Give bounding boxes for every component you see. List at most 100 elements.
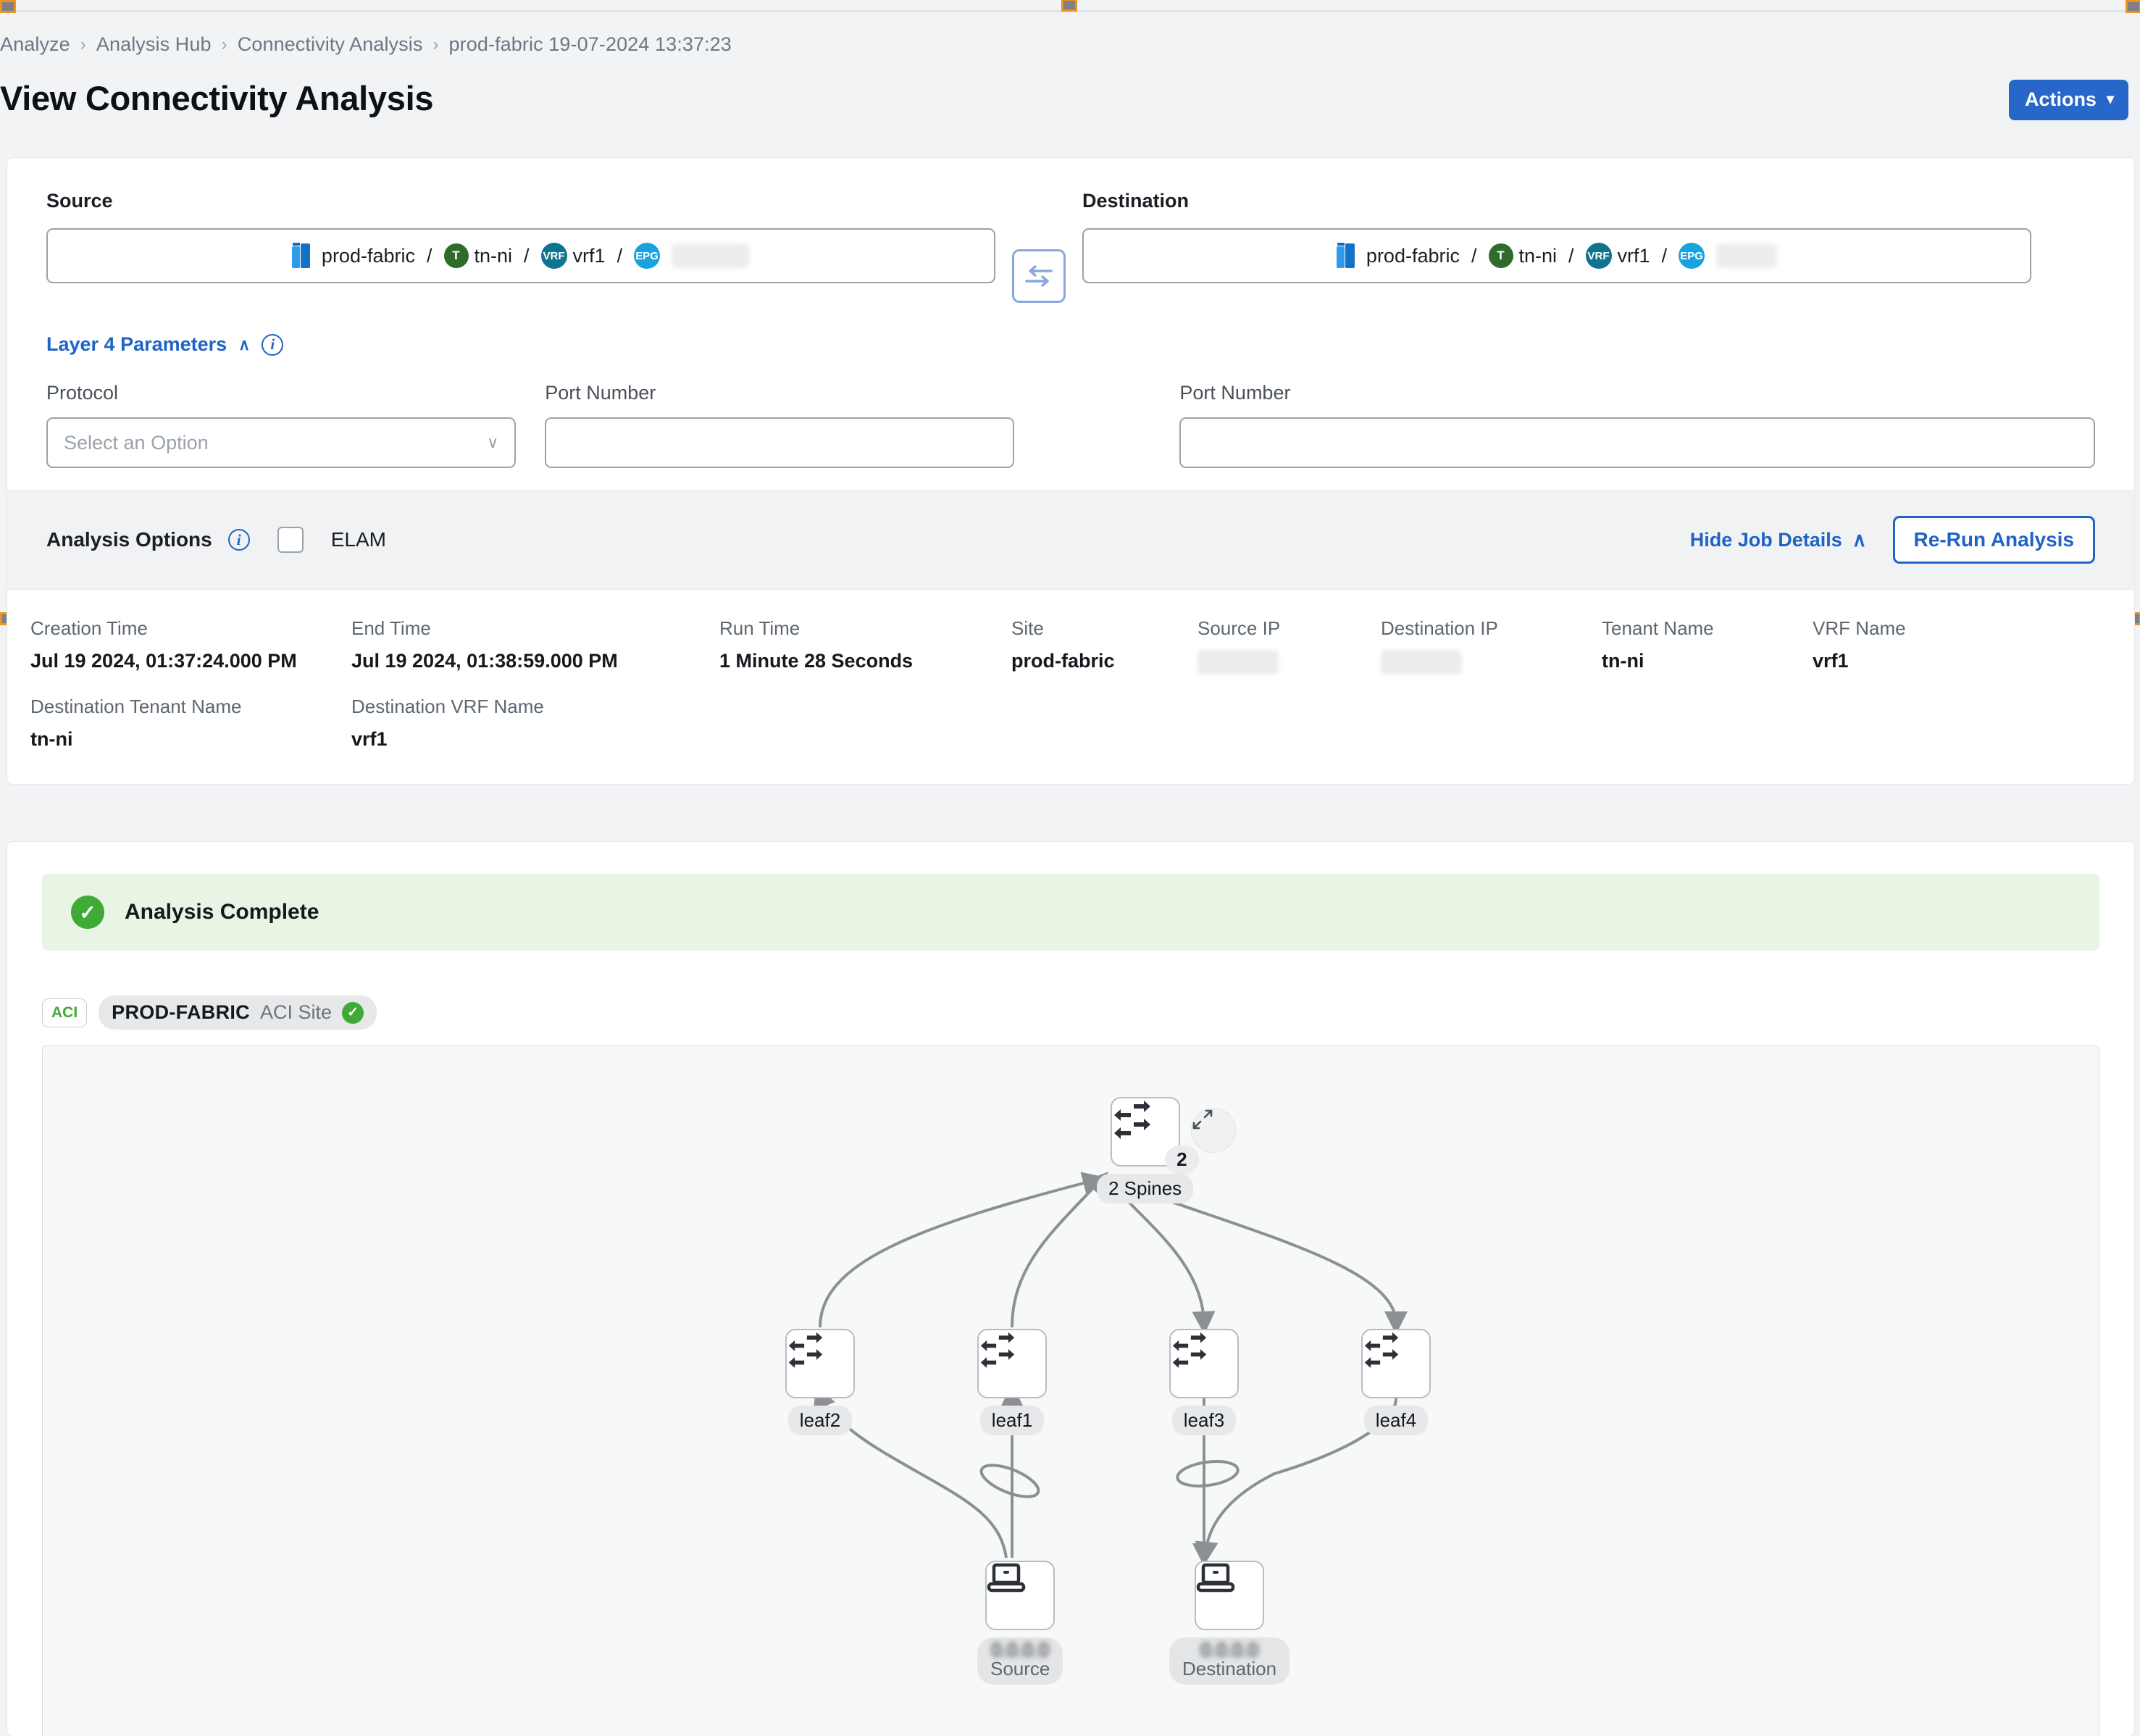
check-circle-icon: ✓	[342, 1001, 364, 1024]
job-detail-destination-ip: Destination IP	[1381, 617, 1602, 680]
layer4-parameters-toggle[interactable]: Layer 4 Parameters ∧ i	[46, 333, 284, 356]
job-detail-key: Source IP	[1198, 617, 1281, 639]
job-detail-value: tn-ni	[30, 728, 73, 750]
hide-job-details-toggle[interactable]: Hide Job Details ∧	[1690, 529, 1867, 551]
job-detail-key: End Time	[351, 617, 431, 639]
destination-endpoint-ip-redacted: 0.0.0.0	[1200, 1642, 1258, 1658]
protocol-placeholder: Select an Option	[64, 431, 209, 454]
source-label: Source	[46, 190, 113, 212]
fabric-icon	[291, 243, 311, 268]
topology-node-leaf2[interactable]: leaf2	[785, 1329, 855, 1435]
site-header: ACI PROD-FABRIC ACI Site ✓	[42, 996, 2099, 1030]
site-type: ACI Site	[259, 1001, 333, 1023]
rerun-analysis-button[interactable]: Re-Run Analysis	[1892, 516, 2095, 564]
analysis-options-bar: Analysis Options i ELAM Hide Job Details…	[7, 490, 2134, 590]
site-pill[interactable]: PROD-FABRIC ACI Site ✓	[99, 996, 377, 1030]
destination-tenant-value: tn-ni	[1518, 244, 1558, 267]
job-detail-value	[1198, 650, 1381, 680]
source-fabric-value: prod-fabric	[321, 244, 415, 267]
swap-group	[995, 190, 1082, 303]
topology-node-leaf3[interactable]: leaf3	[1169, 1329, 1239, 1435]
endpoint-kind: Source	[990, 1658, 1050, 1679]
source-port-group: Port Number	[545, 382, 1015, 468]
source-port-input[interactable]	[545, 417, 1015, 468]
fabric-icon	[1336, 243, 1355, 268]
job-detail-destination-vrf-name: Destination VRF Name vrf1	[351, 696, 719, 751]
vrf-badge-icon: VRF	[1585, 243, 1612, 269]
breadcrumb: Analyze › Analysis Hub › Connectivity An…	[0, 33, 732, 56]
actions-button[interactable]: Actions ▾	[2008, 80, 2128, 120]
destination-port-label: Port Number	[1179, 382, 1291, 404]
protocol-select[interactable]: Select an Option ∨	[46, 417, 517, 468]
job-detail-key: Destination IP	[1381, 617, 1498, 639]
protocol-group: Protocol Select an Option ∨	[46, 382, 517, 468]
job-detail-vrf-name: VRF Name vrf1	[1813, 617, 1906, 680]
layer4-parameters-label: Layer 4 Parameters	[46, 333, 227, 355]
breadcrumb-separator-icon: ›	[432, 34, 439, 54]
source-endpoint-ip-redacted: 0.0.0.0	[991, 1642, 1049, 1658]
destination-label: Destination	[1082, 190, 1190, 212]
topology-edges	[813, 1172, 1408, 1566]
app-page: Analyze › Analysis Hub › Connectivity An…	[0, 0, 2140, 1736]
analysis-config-card: Source prod-fabric / T tn-ni / VRF vrf1 …	[7, 158, 2134, 784]
topology-node-label: leaf2	[787, 1406, 853, 1435]
endpoint-icon	[1195, 1561, 1265, 1630]
job-detail-tenant-name: Tenant Name tn-ni	[1602, 617, 1813, 680]
destination-epg-value-redacted	[1716, 243, 1778, 268]
results-card: ✓ Analysis Complete ACI PROD-FABRIC ACI …	[7, 842, 2134, 1736]
job-detail-value: prod-fabric	[1011, 650, 1115, 672]
endpoint-icon	[985, 1561, 1056, 1630]
endpoint-label: 0.0.0.0 Destination	[1169, 1637, 1290, 1685]
swap-source-destination-button[interactable]	[1012, 249, 1066, 303]
topology-node-spines[interactable]: 2 2 Spines	[1097, 1093, 1199, 1203]
page-title: View Connectivity Analysis	[0, 79, 434, 117]
topology-node-label: leaf4	[1363, 1406, 1429, 1435]
topology-node-leaf1[interactable]: leaf1	[977, 1329, 1047, 1435]
protocol-label: Protocol	[46, 382, 119, 404]
laptop-icon	[987, 1563, 1026, 1593]
topology-node-leaf4[interactable]: leaf4	[1361, 1329, 1431, 1435]
destination-sep-1: /	[1471, 244, 1477, 267]
expand-topology-button[interactable]	[1191, 1108, 1236, 1153]
destination-fabric-value: prod-fabric	[1366, 244, 1460, 267]
site-name: PROD-FABRIC	[112, 1001, 250, 1023]
topology-canvas[interactable]: 2 2 Spines leaf2 leaf1 leaf3 leaf4 0.0.0…	[42, 1046, 2099, 1736]
endpoint-kind: Destination	[1182, 1658, 1277, 1679]
analysis-status-text: Analysis Complete	[125, 900, 319, 924]
laptop-icon	[1196, 1563, 1235, 1593]
breadcrumb-item-analysis-hub[interactable]: Analysis Hub	[96, 33, 212, 56]
job-detail-key: Creation Time	[30, 617, 148, 639]
topology-node-destination-endpoint[interactable]: 0.0.0.0 Destination	[1169, 1561, 1290, 1685]
vrf-badge-icon: VRF	[540, 243, 567, 269]
breadcrumb-item-analyze[interactable]: Analyze	[0, 33, 70, 56]
breadcrumb-item-connectivity-analysis[interactable]: Connectivity Analysis	[238, 33, 423, 56]
job-detail-key: Tenant Name	[1602, 617, 1714, 639]
info-icon[interactable]: i	[262, 333, 284, 356]
elam-label: ELAM	[330, 528, 386, 551]
destination-input[interactable]: prod-fabric / T tn-ni / VRF vrf1 / EPG	[1082, 228, 2031, 283]
job-detail-value: tn-ni	[1602, 650, 1644, 672]
source-input[interactable]: prod-fabric / T tn-ni / VRF vrf1 / EPG	[46, 228, 995, 283]
job-detail-value	[1381, 650, 1602, 680]
selection-handle-top-left[interactable]	[0, 0, 16, 13]
source-sep-3: /	[616, 244, 623, 267]
topology-node-source-endpoint[interactable]: 0.0.0.0 Source	[977, 1561, 1063, 1685]
destination-ip-redacted	[1381, 650, 1462, 675]
selection-handle-top-right[interactable]	[2126, 0, 2140, 13]
job-detail-value: Jul 19 2024, 01:38:59.000 PM	[351, 650, 618, 672]
check-circle-icon: ✓	[71, 896, 104, 929]
info-icon[interactable]: i	[227, 529, 250, 551]
source-ip-redacted	[1198, 650, 1279, 675]
destination-sep-3: /	[1661, 244, 1668, 267]
job-details-row-1: Creation Time Jul 19 2024, 01:37:24.000 …	[30, 617, 2095, 680]
endpoint-label: 0.0.0.0 Source	[977, 1637, 1063, 1685]
job-detail-key: Destination VRF Name	[351, 696, 544, 717]
analysis-options-title: Analysis Options	[46, 528, 212, 551]
source-epg-value-redacted	[672, 243, 751, 268]
selection-handle-top-center[interactable]	[1061, 0, 1077, 12]
job-detail-creation-time: Creation Time Jul 19 2024, 01:37:24.000 …	[30, 617, 351, 680]
destination-port-input[interactable]	[1179, 417, 2096, 468]
elam-checkbox[interactable]	[277, 527, 304, 553]
job-detail-end-time: End Time Jul 19 2024, 01:38:59.000 PM	[351, 617, 719, 680]
job-detail-key: VRF Name	[1813, 617, 1906, 639]
